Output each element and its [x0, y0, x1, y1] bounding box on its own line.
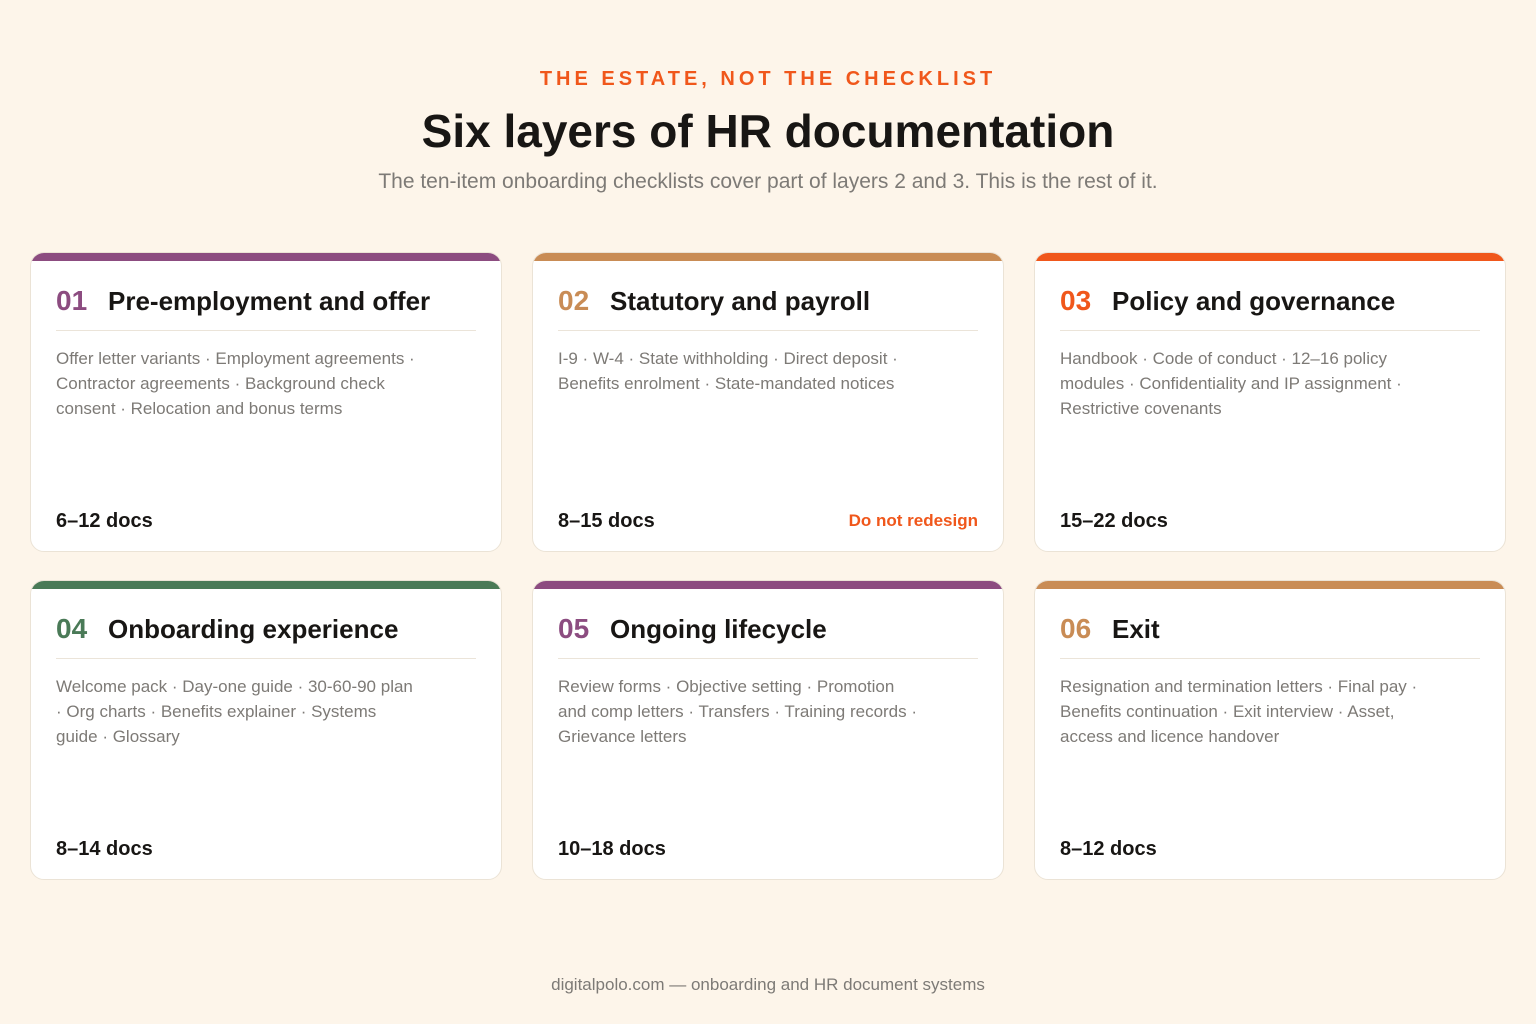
- layer-header: 04 Onboarding experience: [56, 611, 476, 659]
- layer-number: 05: [558, 613, 590, 644]
- footer-credit: digitalpolo.com — onboarding and HR docu…: [551, 975, 985, 994]
- layer-number: 02: [558, 285, 590, 316]
- layer-number: 06: [1060, 613, 1092, 644]
- layer-items: Offer letter variants · Employment agree…: [56, 349, 415, 418]
- layer-card-02: 02 Statutory and payroll I-9 · W-4 · Sta…: [532, 252, 1004, 552]
- layer-header: 01 Pre-employment and offer: [56, 283, 476, 331]
- layer-items: Resignation and termination letters · Fi…: [1060, 677, 1418, 746]
- layer-accent-bar: [533, 581, 1003, 589]
- layer-card-03: 03 Policy and governance Handbook · Code…: [1034, 252, 1506, 552]
- layer-accent-bar: [1035, 253, 1505, 261]
- layer-card-05: 05 Ongoing lifecycle Review forms · Obje…: [532, 580, 1004, 880]
- do-not-redesign-flag: Do not redesign: [848, 511, 978, 530]
- layer-header: 02 Statutory and payroll: [558, 283, 978, 331]
- layer-card-04: 04 Onboarding experience Welcome pack · …: [30, 580, 502, 880]
- layer-title: Pre-employment and offer: [108, 286, 431, 316]
- layers-grid: 01 Pre-employment and offer Offer letter…: [30, 252, 1506, 880]
- layer-items: Handbook · Code of conduct · 12–16 polic…: [1060, 349, 1402, 418]
- layer-title: Ongoing lifecycle: [610, 614, 827, 644]
- layer-doc-count: 6–12 docs: [56, 510, 153, 532]
- layer-accent-bar: [31, 581, 501, 589]
- layer-doc-count: 10–18 docs: [558, 838, 666, 860]
- layer-header: 05 Ongoing lifecycle: [558, 611, 978, 659]
- layer-title: Statutory and payroll: [610, 286, 871, 316]
- layer-title: Onboarding experience: [108, 614, 399, 644]
- layer-accent-bar: [1035, 581, 1505, 589]
- layer-items: Review forms · Objective setting · Promo…: [558, 677, 918, 746]
- eyebrow-label: THE ESTATE, NOT THE CHECKLIST: [539, 68, 997, 90]
- layer-doc-count: 8–14 docs: [56, 838, 153, 860]
- layer-doc-count: 15–22 docs: [1060, 510, 1168, 532]
- layer-doc-count: 8–12 docs: [1060, 838, 1157, 860]
- layer-doc-count: 8–15 docs: [558, 510, 655, 532]
- layer-items: Welcome pack · Day-one guide · 30-60-90 …: [56, 677, 413, 746]
- layer-card-01: 01 Pre-employment and offer Offer letter…: [30, 252, 502, 552]
- layer-number: 01: [56, 285, 88, 316]
- layer-accent-bar: [533, 253, 1003, 261]
- layer-title: Exit: [1112, 614, 1160, 644]
- page-title: Six layers of HR documentation: [421, 105, 1115, 157]
- layer-items: I-9 · W-4 · State withholding · Direct d…: [558, 349, 898, 393]
- layer-accent-bar: [31, 253, 501, 261]
- layer-header: 06 Exit: [1060, 611, 1480, 659]
- layer-card-06: 06 Exit Resignation and termination lett…: [1034, 580, 1506, 880]
- layer-title: Policy and governance: [1112, 286, 1396, 316]
- page-subtitle: The ten-item onboarding checklists cover…: [378, 170, 1158, 193]
- layer-number: 03: [1060, 285, 1092, 316]
- layer-number: 04: [56, 613, 88, 644]
- layer-header: 03 Policy and governance: [1060, 283, 1480, 331]
